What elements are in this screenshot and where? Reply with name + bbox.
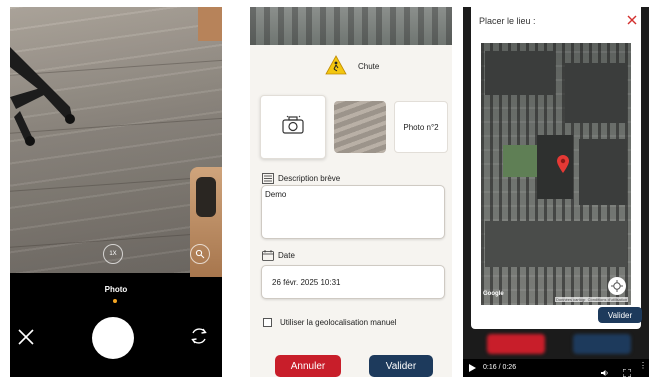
- video-player-bar: 0:16 / 0:26 ⋮: [463, 359, 649, 377]
- switch-camera-icon[interactable]: [188, 325, 210, 347]
- more-options-icon[interactable]: ⋮: [639, 362, 647, 370]
- my-location-icon[interactable]: [608, 277, 626, 295]
- warning-fall-icon: [325, 55, 347, 75]
- place-location-screen: Placer le lieu : Google Données cartogr.…: [463, 7, 649, 377]
- geolocation-checkbox[interactable]: [263, 318, 272, 327]
- close-icon[interactable]: [626, 13, 638, 25]
- building-roof: [485, 221, 627, 267]
- furniture-edge-image: [198, 7, 222, 41]
- map-attribution[interactable]: Données cartogr. Conditions d'utilisatio…: [555, 297, 629, 302]
- validate-location-button[interactable]: Valider: [598, 307, 642, 323]
- fullscreen-icon[interactable]: [622, 364, 632, 377]
- map-strip-image: [250, 7, 452, 45]
- incident-form-screen: Chute Photo n°2 Description brève Demo D…: [250, 7, 452, 377]
- list-icon: [262, 173, 274, 184]
- photo-2-slot[interactable]: Photo n°2: [394, 101, 448, 153]
- validate-button[interactable]: Valider: [369, 355, 433, 377]
- description-label-text: Description brève: [278, 174, 341, 183]
- description-textarea[interactable]: Demo: [261, 185, 445, 239]
- location-pin-icon[interactable]: [557, 155, 569, 173]
- chair-base-image: [10, 37, 80, 147]
- place-location-dialog: Placer le lieu : Google Données cartogr.…: [471, 7, 642, 329]
- date-label: Date: [262, 250, 295, 261]
- video-time: 0:16 / 0:26: [483, 364, 517, 371]
- camera-icon: [281, 115, 305, 140]
- camera-viewfinder[interactable]: 1X: [10, 7, 222, 277]
- calendar-icon: [262, 250, 274, 261]
- building-roof: [579, 139, 627, 205]
- geolocation-option[interactable]: Utiliser la geolocalisation manuel: [263, 318, 397, 327]
- background-validate-button: [573, 334, 631, 354]
- shutter-button[interactable]: [92, 317, 134, 359]
- google-logo: Google: [483, 291, 504, 297]
- satellite-map[interactable]: [481, 43, 631, 305]
- chair-leg-image: [196, 177, 216, 217]
- dialog-title: Placer le lieu :: [479, 16, 536, 26]
- camera-screen: 1X Photo: [10, 7, 222, 377]
- geolocation-label: Utiliser la geolocalisation manuel: [280, 318, 397, 327]
- incident-type-label: Chute: [358, 62, 380, 71]
- zoom-button[interactable]: 1X: [103, 244, 123, 264]
- description-label: Description brève: [262, 173, 340, 184]
- play-icon[interactable]: [469, 364, 476, 372]
- cancel-button[interactable]: Annuler: [275, 355, 341, 377]
- date-field[interactable]: 26 févr. 2025 10:31: [261, 265, 445, 299]
- volume-icon[interactable]: [601, 364, 609, 376]
- background-cancel-button: [487, 334, 545, 354]
- building-roof: [565, 63, 627, 123]
- date-label-text: Date: [278, 251, 295, 260]
- camera-mode-label[interactable]: Photo: [10, 285, 222, 294]
- building-roof: [485, 51, 555, 95]
- page: 1X Photo Chute Photo n°2 Description brè…: [0, 0, 651, 378]
- photo-thumbnail[interactable]: [334, 101, 386, 153]
- take-photo-button[interactable]: [260, 95, 326, 159]
- mode-indicator-dot: [113, 299, 117, 303]
- lens-switch-icon[interactable]: [190, 244, 210, 264]
- close-icon[interactable]: [16, 327, 36, 347]
